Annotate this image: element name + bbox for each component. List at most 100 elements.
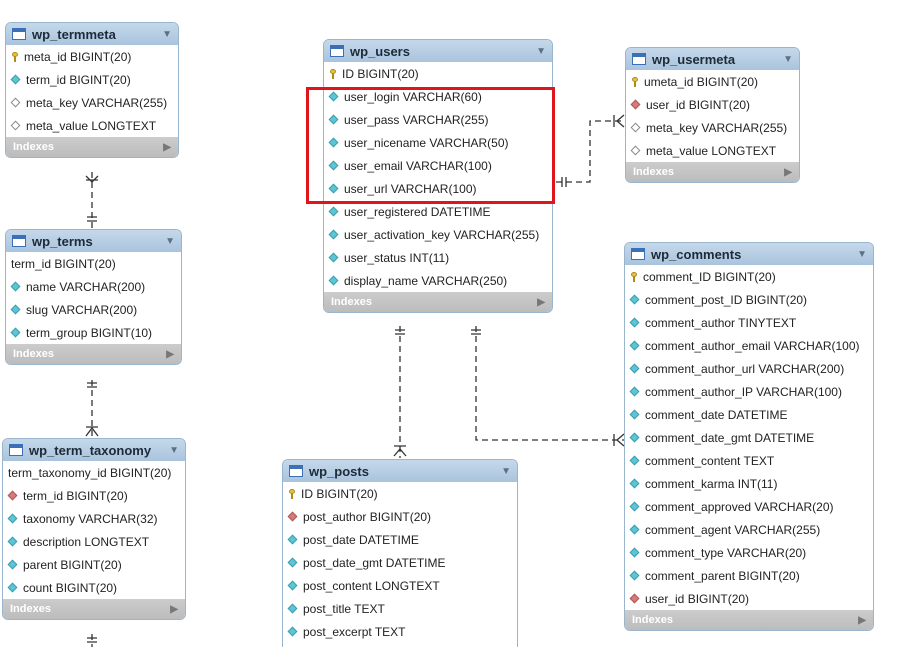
column-row[interactable]: taxonomy VARCHAR(32)	[3, 507, 185, 530]
indexes-bar[interactable]: Indexes ▶	[626, 162, 799, 182]
column-icon	[328, 252, 339, 263]
table-header[interactable]: wp_terms ▼	[6, 230, 181, 252]
column-row[interactable]: meta_value LONGTEXT	[6, 114, 178, 137]
column-icon	[287, 557, 298, 568]
column-label: comment_author_IP VARCHAR(100)	[645, 384, 842, 399]
column-row[interactable]: display_name VARCHAR(250)	[324, 269, 552, 292]
column-label: comment_ID BIGINT(20)	[643, 269, 776, 284]
column-row[interactable]: name VARCHAR(200)	[6, 275, 181, 298]
column-row[interactable]: comment_type VARCHAR(20)	[625, 541, 873, 564]
column-row[interactable]: meta_value LONGTEXT	[626, 139, 799, 162]
table-wp-usermeta[interactable]: wp_usermeta ▼ umeta_id BIGINT(20) user_id B…	[625, 47, 800, 183]
indexes-label: Indexes	[633, 166, 674, 178]
column-row[interactable]: comment_author_IP VARCHAR(100)	[625, 380, 873, 403]
column-row[interactable]: term_id BIGINT(20)	[6, 68, 178, 91]
column-row[interactable]: post_date_gmt DATETIME	[283, 551, 517, 574]
column-row[interactable]: meta_id BIGINT(20)	[6, 45, 178, 68]
table-header[interactable]: wp_term_taxonomy ▼	[3, 439, 185, 461]
column-row[interactable]: user_status INT(11)	[324, 246, 552, 269]
column-label: term_id BIGINT(20)	[11, 256, 116, 271]
indexes-bar[interactable]: Indexes ▶	[324, 292, 552, 312]
expand-arrow-icon[interactable]: ▶	[163, 142, 171, 153]
column-icon	[629, 547, 640, 558]
primary-key-icon	[630, 271, 638, 282]
column-row[interactable]: user_id BIGINT(20)	[626, 93, 799, 116]
indexes-bar[interactable]: Indexes ▶	[625, 610, 873, 630]
column-row[interactable]: slug VARCHAR(200)	[6, 298, 181, 321]
column-row[interactable]: post_date DATETIME	[283, 528, 517, 551]
column-row[interactable]: meta_key VARCHAR(255)	[6, 91, 178, 114]
chevron-down-icon[interactable]: ▼	[162, 29, 172, 40]
column-label: comment_karma INT(11)	[645, 476, 778, 491]
expand-arrow-icon[interactable]: ▶	[166, 349, 174, 360]
table-header[interactable]: wp_termmeta ▼	[6, 23, 178, 45]
column-row[interactable]: comment_karma INT(11)	[625, 472, 873, 495]
table-header[interactable]: wp_users ▼	[324, 40, 552, 62]
column-row[interactable]: comment_content TEXT	[625, 449, 873, 472]
column-label: meta_value LONGTEXT	[26, 118, 157, 133]
chevron-down-icon[interactable]: ▼	[536, 46, 546, 57]
column-label: comment_post_ID BIGINT(20)	[645, 292, 808, 307]
indexes-bar[interactable]: Indexes ▶	[6, 137, 178, 157]
column-label: user_status INT(11)	[344, 250, 450, 265]
nullable-column-icon	[10, 120, 21, 131]
table-icon	[12, 235, 26, 247]
column-label: user_id BIGINT(20)	[646, 97, 751, 112]
column-row[interactable]: post_author BIGINT(20)	[283, 505, 517, 528]
expand-arrow-icon[interactable]: ▶	[537, 297, 545, 308]
column-row[interactable]: comment_author TINYTEXT	[625, 311, 873, 334]
column-row[interactable]: comment_approved VARCHAR(20)	[625, 495, 873, 518]
nullable-column-icon	[630, 145, 641, 156]
column-row[interactable]: user_id BIGINT(20)	[625, 587, 873, 610]
indexes-bar[interactable]: Indexes ▶	[6, 344, 181, 364]
table-icon	[631, 248, 645, 260]
column-label: comment_approved VARCHAR(20)	[645, 499, 834, 514]
column-row[interactable]: umeta_id BIGINT(20)	[626, 70, 799, 93]
column-row[interactable]: meta_key VARCHAR(255)	[626, 116, 799, 139]
table-wp-term-taxonomy[interactable]: wp_term_taxonomy ▼ term_taxonomy_id BIGINT…	[2, 438, 186, 620]
table-wp-terms[interactable]: wp_terms ▼ term_id BIGINT(20) name VARCHAR(…	[5, 229, 182, 365]
column-row[interactable]: comment_ID BIGINT(20)	[625, 265, 873, 288]
column-label: meta_key VARCHAR(255)	[26, 95, 168, 110]
table-wp-termmeta[interactable]: wp_termmeta ▼ meta_id BIGINT(20) term_id BI…	[5, 22, 179, 158]
column-row[interactable]: term_id BIGINT(20)	[3, 484, 185, 507]
chevron-down-icon[interactable]: ▼	[501, 466, 511, 477]
column-row[interactable]: comment_date_gmt DATETIME	[625, 426, 873, 449]
column-label: user_id BIGINT(20)	[645, 591, 750, 606]
expand-arrow-icon[interactable]: ▶	[170, 604, 178, 615]
column-row[interactable]: term_taxonomy_id BIGINT(20)	[3, 461, 185, 484]
column-row[interactable]: parent BIGINT(20)	[3, 553, 185, 576]
column-row[interactable]: comment_author_email VARCHAR(100)	[625, 334, 873, 357]
table-header[interactable]: wp_usermeta ▼	[626, 48, 799, 70]
column-row[interactable]: comment_agent VARCHAR(255)	[625, 518, 873, 541]
column-row[interactable]: term_id BIGINT(20)	[6, 252, 181, 275]
one-mark-terms	[87, 216, 97, 222]
column-row[interactable]: description LONGTEXT	[3, 530, 185, 553]
chevron-down-icon[interactable]: ▼	[165, 236, 175, 247]
column-row[interactable]: comment_author_url VARCHAR(200)	[625, 357, 873, 380]
column-row[interactable]: count BIGINT(20)	[3, 576, 185, 599]
expand-arrow-icon[interactable]: ▶	[858, 615, 866, 626]
column-icon	[10, 304, 21, 315]
column-row[interactable]: post_excerpt TEXT	[283, 620, 517, 643]
column-row[interactable]: post_content LONGTEXT	[283, 574, 517, 597]
expand-arrow-icon[interactable]: ▶	[784, 167, 792, 178]
column-row[interactable]: comment_date DATETIME	[625, 403, 873, 426]
chevron-down-icon[interactable]: ▼	[169, 445, 179, 456]
column-label: term_id BIGINT(20)	[23, 488, 128, 503]
column-row[interactable]: ID BIGINT(20)	[324, 62, 552, 85]
indexes-bar[interactable]: Indexes ▶	[3, 599, 185, 619]
column-row[interactable]: comment_parent BIGINT(20)	[625, 564, 873, 587]
table-wp-comments[interactable]: wp_comments ▼ comment_ID BIGINT(20) comment…	[624, 242, 874, 631]
chevron-down-icon[interactable]: ▼	[857, 249, 867, 260]
table-header[interactable]: wp_comments ▼	[625, 243, 873, 265]
column-icon	[287, 603, 298, 614]
column-row[interactable]: post_title TEXT	[283, 597, 517, 620]
table-wp-posts[interactable]: wp_posts ▼ ID BIGINT(20) post_author BIGINT…	[282, 459, 518, 647]
column-row[interactable]: comment_post_ID BIGINT(20)	[625, 288, 873, 311]
chevron-down-icon[interactable]: ▼	[783, 54, 793, 65]
table-header[interactable]: wp_posts ▼	[283, 460, 517, 482]
column-row[interactable]: ID BIGINT(20)	[283, 482, 517, 505]
column-row[interactable]: term_group BIGINT(10)	[6, 321, 181, 344]
column-row[interactable]: user_activation_key VARCHAR(255)	[324, 223, 552, 246]
